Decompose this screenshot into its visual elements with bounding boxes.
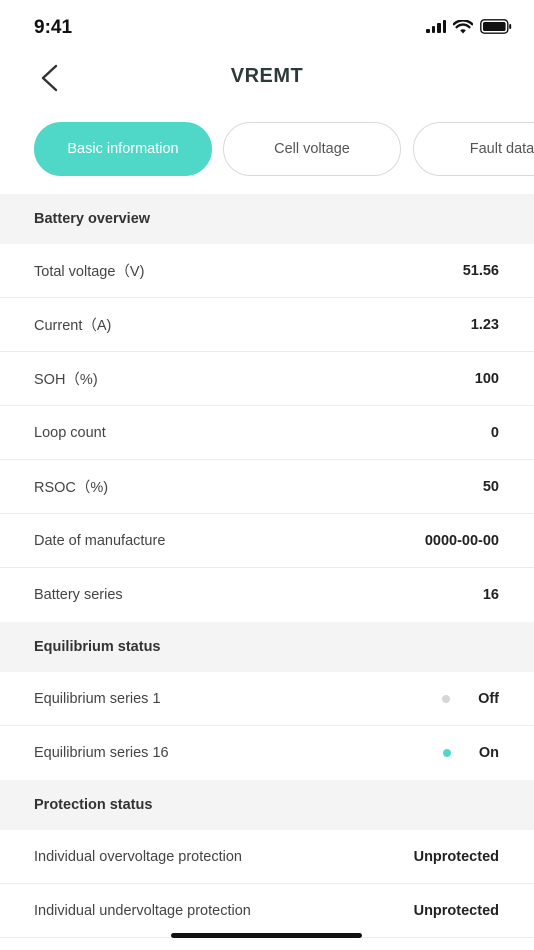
section-header-battery-overview: Battery overview <box>0 194 534 244</box>
info-list: Battery overview Total voltage（V) 51.56 … <box>0 194 534 938</box>
status-bar: 9:41 <box>0 0 534 56</box>
section-header-protection-status: Protection status <box>0 780 534 830</box>
tab-cell-voltage[interactable]: Cell voltage <box>223 122 401 176</box>
status-text: On <box>478 745 499 761</box>
list-item: RSOC（%) 50 <box>0 460 534 514</box>
nav-bar: VREMT <box>0 56 534 100</box>
list-item: Loop count 0 <box>0 406 534 460</box>
row-value: Unprotected <box>413 902 499 919</box>
list-item: Equilibrium series 1 Off <box>0 672 534 726</box>
row-value: 100 <box>474 370 499 387</box>
row-value: 51.56 <box>462 262 499 279</box>
row-label: Individual undervoltage protection <box>34 902 251 919</box>
row-label: Individual overvoltage protection <box>34 848 242 865</box>
status-dot-on <box>442 749 451 757</box>
list-item: SOH（%) 100 <box>0 352 534 406</box>
status-icons <box>426 19 512 34</box>
status-value: Off <box>442 691 499 707</box>
row-value: 0 <box>490 424 499 441</box>
row-value: 0000-00-00 <box>424 532 499 549</box>
list-item: Total voltage（V) 51.56 <box>0 244 534 298</box>
tab-basic-information[interactable]: Basic information <box>34 122 212 176</box>
list-item: Equilibrium series 16 On <box>0 726 534 780</box>
screen: 9:41 VREMT Basic information Cell voltag… <box>0 0 534 950</box>
row-label: SOH（%) <box>34 372 98 388</box>
list-item: Date of manufacture 0000-00-00 <box>0 514 534 568</box>
wifi-icon <box>453 19 473 33</box>
home-indicator[interactable] <box>171 933 362 938</box>
row-value: Unprotected <box>413 848 499 865</box>
row-label: Date of manufacture <box>34 532 166 549</box>
list-item: Current（A) 1.23 <box>0 298 534 352</box>
status-value: On <box>442 745 499 761</box>
row-value: 16 <box>482 587 499 603</box>
page-title: VREMT <box>230 65 304 87</box>
row-label: RSOC（%) <box>34 480 109 496</box>
row-label: Equilibrium series 16 <box>34 745 169 761</box>
battery-icon <box>480 19 512 34</box>
list-item: Individual overvoltage protection Unprot… <box>0 830 534 884</box>
tab-fault-data[interactable]: Fault data <box>413 122 534 176</box>
status-text: Off <box>478 690 499 707</box>
row-value: 1.23 <box>470 316 499 333</box>
row-label: Total voltage（V) <box>34 264 145 280</box>
list-item: Battery series 16 <box>0 568 534 622</box>
status-time: 9:41 <box>34 17 73 38</box>
list-item: Individual undervoltage protection Unpro… <box>0 884 534 938</box>
row-label: Battery series <box>34 587 123 603</box>
status-dot-off <box>442 694 451 703</box>
row-label: Equilibrium series 1 <box>34 690 161 707</box>
row-label: Loop count <box>34 424 106 441</box>
row-value: 50 <box>482 478 499 495</box>
signal-icon <box>426 20 446 33</box>
row-label: Current（A) <box>34 318 112 334</box>
section-header-equilibrium-status: Equilibrium status <box>0 622 534 672</box>
